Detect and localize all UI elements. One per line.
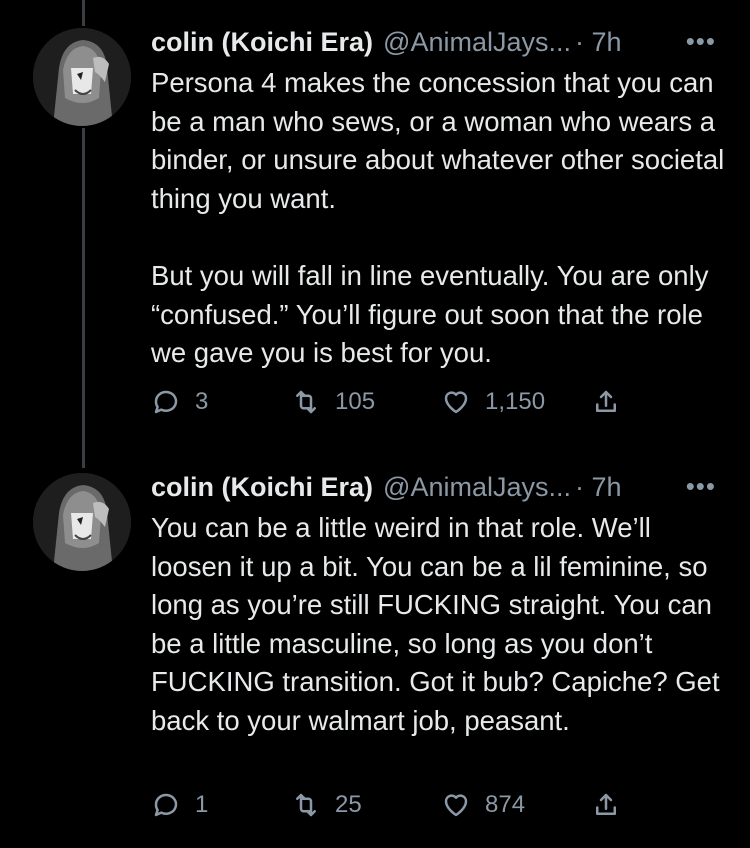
like-button[interactable]: 1,150	[441, 382, 545, 422]
retweet-count: 105	[335, 388, 376, 415]
author-name[interactable]: colin (Koichi Era)	[151, 27, 373, 58]
like-count: 874	[485, 791, 526, 818]
tweet[interactable]: colin (Koichi Era) @AnimalJays... · 7h •…	[0, 20, 750, 440]
tweet-actions: 1 25 874	[151, 785, 651, 825]
share-button[interactable]	[591, 785, 621, 825]
heart-icon	[444, 391, 468, 414]
reply-count: 1	[195, 791, 209, 818]
like-count: 1,150	[485, 388, 546, 415]
author-handle[interactable]: @AnimalJays...	[383, 472, 571, 503]
reply-count: 3	[195, 388, 209, 415]
tweet-paragraph: You can be a little weird in that role. …	[151, 512, 720, 736]
tweet-paragraph: But you will fall in line eventually. Yo…	[151, 259, 709, 369]
share-icon	[596, 390, 616, 412]
tweet-header: colin (Koichi Era) @AnimalJays... · 7h	[151, 465, 730, 509]
retweet-button[interactable]: 105	[291, 382, 375, 422]
like-button[interactable]: 874	[441, 785, 525, 825]
avatar[interactable]	[33, 28, 131, 126]
reply-button[interactable]: 1	[151, 785, 208, 825]
share-icon	[596, 793, 616, 815]
avatar-image	[33, 28, 131, 126]
retweet-icon	[296, 390, 316, 414]
reply-button[interactable]: 3	[151, 382, 208, 422]
avatar[interactable]	[33, 473, 131, 571]
share-button[interactable]	[591, 382, 621, 422]
retweet-icon	[296, 793, 316, 817]
tweet[interactable]: colin (Koichi Era) @AnimalJays... · 7h •…	[0, 465, 750, 848]
retweet-count: 25	[335, 791, 362, 818]
more-options-icon[interactable]: •••	[686, 26, 716, 57]
avatar-image	[33, 473, 131, 571]
timestamp[interactable]: · 7h	[575, 472, 622, 503]
reply-icon	[154, 793, 178, 817]
heart-icon	[444, 794, 468, 817]
more-options-icon[interactable]: •••	[686, 471, 716, 502]
tweet-header: colin (Koichi Era) @AnimalJays... · 7h	[151, 20, 730, 64]
reply-icon	[154, 390, 178, 414]
author-handle[interactable]: @AnimalJays...	[383, 27, 571, 58]
tweet-text: You can be a little weird in that role. …	[151, 509, 730, 741]
tweet-text: Persona 4 makes the concession that you …	[151, 64, 730, 373]
timestamp[interactable]: · 7h	[575, 27, 622, 58]
retweet-button[interactable]: 25	[291, 785, 362, 825]
author-name[interactable]: colin (Koichi Era)	[151, 472, 373, 503]
tweet-actions: 3 105 1,150	[151, 382, 651, 422]
tweet-paragraph: Persona 4 makes the concession that you …	[151, 67, 725, 214]
